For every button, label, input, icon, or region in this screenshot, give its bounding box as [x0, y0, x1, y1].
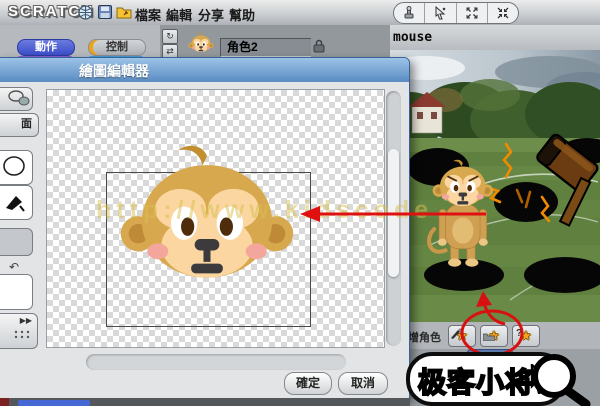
- menu-edit[interactable]: 編輯: [166, 5, 192, 24]
- language-globe-icon[interactable]: [78, 5, 93, 20]
- category-control[interactable]: 控制: [88, 39, 146, 56]
- partial-tool-button[interactable]: [0, 87, 33, 111]
- brand-text: 极客小将: [418, 361, 534, 401]
- lock-icon[interactable]: [313, 39, 325, 53]
- menu-help[interactable]: 幫助: [229, 5, 255, 24]
- share-icon[interactable]: [116, 4, 132, 20]
- dialog-title-bar[interactable]: 繪圖編輯器: [0, 58, 409, 82]
- ellipse-tool-button[interactable]: [0, 150, 33, 185]
- paintbrush-icon: [450, 327, 462, 339]
- dialog-title-text: 繪圖編輯器: [79, 61, 149, 81]
- import-sprite-button[interactable]: ★: [480, 325, 508, 347]
- delete-cursor-icon[interactable]: [425, 3, 456, 23]
- folder-icon: [483, 332, 495, 341]
- ok-button[interactable]: 確定: [284, 372, 332, 395]
- partial-motion-block[interactable]: [18, 400, 90, 406]
- menu-bar: SCRATCH 檔案 編輯 分享 幫助: [0, 0, 600, 26]
- stage-header: mouse: [390, 25, 600, 51]
- fill-tool-button[interactable]: [0, 185, 33, 220]
- menu-share[interactable]: 分享: [198, 5, 224, 24]
- magnifier-icon: [524, 350, 596, 406]
- new-sprite-label: 增角色: [408, 329, 441, 345]
- palette-edge: [0, 398, 9, 406]
- sprite-detail-header: ↻ ⇄ 角色2: [160, 25, 390, 60]
- paint-new-sprite-button[interactable]: ★: [448, 325, 476, 347]
- horizontal-scrollbar[interactable]: [86, 354, 346, 370]
- color-box-white[interactable]: [0, 274, 33, 310]
- palette-bottom-strip: [0, 398, 410, 406]
- question-mark: ?: [516, 328, 522, 339]
- partial-import-button[interactable]: 面: [0, 113, 39, 137]
- sprite-thumbnail-small: [188, 30, 214, 56]
- stage-view[interactable]: [390, 50, 600, 323]
- current-color-swatch[interactable]: [0, 228, 33, 256]
- scratch-window: SCRATCH 檔案 編輯 分享 幫助: [0, 0, 600, 406]
- grow-sprite-icon[interactable]: [457, 3, 488, 23]
- duplicate-stamp-icon[interactable]: [394, 3, 425, 23]
- hole: [424, 259, 504, 291]
- sprite-toolbar: [393, 2, 519, 24]
- menu-file[interactable]: 檔案: [135, 5, 161, 24]
- cancel-button[interactable]: 取消: [338, 372, 388, 395]
- save-disk-icon[interactable]: [98, 5, 112, 19]
- undo-icon[interactable]: ↶: [9, 260, 19, 274]
- surprise-sprite-button[interactable]: ★ ?: [512, 325, 540, 347]
- rotate-style-icon[interactable]: ↻: [162, 29, 178, 44]
- zoom-control-button[interactable]: ▶▶: [0, 313, 38, 349]
- sprite-name-input[interactable]: 角色2: [220, 38, 311, 57]
- paint-editor-dialog: 繪圖編輯器 面 ↶ ▶▶ 確定: [0, 57, 410, 400]
- shrink-sprite-icon[interactable]: [488, 3, 518, 23]
- watermark-url: http://www.kidscode: [96, 196, 433, 225]
- new-sprite-bar: 增角色 ★ ★ ★ ?: [390, 322, 600, 350]
- category-motion[interactable]: 動作: [17, 39, 75, 56]
- stage-title: mouse: [393, 30, 432, 45]
